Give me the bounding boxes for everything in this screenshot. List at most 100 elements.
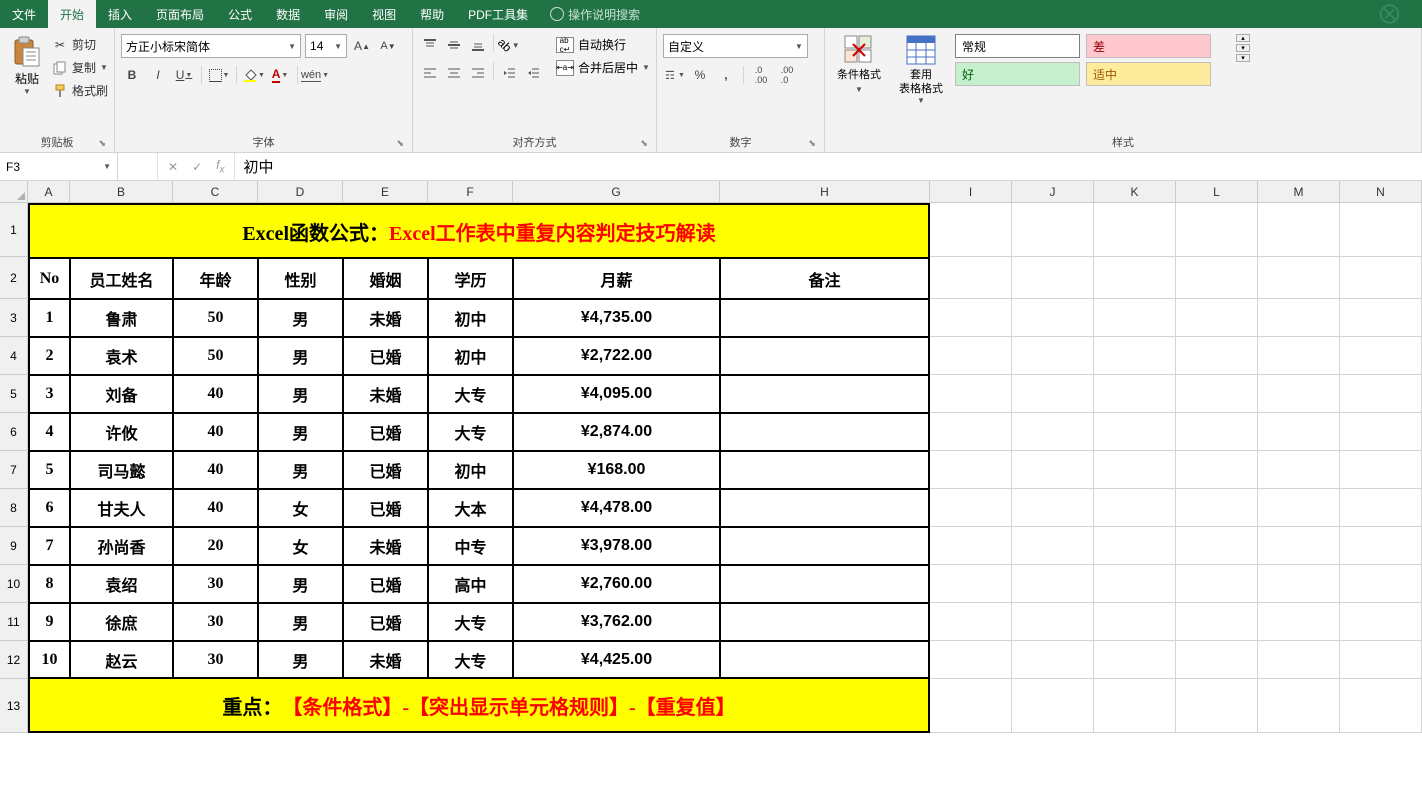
- data-cell[interactable]: 已婚: [343, 603, 428, 641]
- data-cell[interactable]: 30: [173, 565, 258, 603]
- data-cell[interactable]: 5: [28, 451, 70, 489]
- row-header-4[interactable]: 4: [0, 337, 28, 375]
- data-cell[interactable]: 30: [173, 641, 258, 679]
- data-cell[interactable]: 未婚: [343, 299, 428, 337]
- data-cell[interactable]: 40: [173, 413, 258, 451]
- col-header-J[interactable]: J: [1012, 181, 1094, 203]
- menu-tab-帮助[interactable]: 帮助: [408, 0, 456, 28]
- data-cell[interactable]: 2: [28, 337, 70, 375]
- header-员工姓名[interactable]: 员工姓名: [70, 257, 173, 299]
- col-header-E[interactable]: E: [343, 181, 428, 203]
- border-button[interactable]: ▼: [208, 64, 230, 86]
- menu-tab-公式[interactable]: 公式: [216, 0, 264, 28]
- data-cell[interactable]: 未婚: [343, 375, 428, 413]
- data-cell[interactable]: [720, 489, 930, 527]
- menu-tab-开始[interactable]: 开始: [48, 0, 96, 28]
- data-cell[interactable]: ¥3,978.00: [513, 527, 720, 565]
- header-No[interactable]: No: [28, 257, 70, 299]
- data-cell[interactable]: 男: [258, 603, 343, 641]
- format-as-table-button[interactable]: 套用 表格格式 ▼: [893, 32, 949, 105]
- data-cell[interactable]: 已婚: [343, 337, 428, 375]
- row-header-8[interactable]: 8: [0, 489, 28, 527]
- comma-button[interactable]: ,: [715, 64, 737, 86]
- row-header-9[interactable]: 9: [0, 527, 28, 565]
- data-cell[interactable]: 6: [28, 489, 70, 527]
- italic-button[interactable]: I: [147, 64, 169, 86]
- data-cell[interactable]: 初中: [428, 299, 513, 337]
- data-cell[interactable]: 40: [173, 489, 258, 527]
- data-cell[interactable]: 大专: [428, 375, 513, 413]
- data-cell[interactable]: ¥4,095.00: [513, 375, 720, 413]
- menu-tab-视图[interactable]: 视图: [360, 0, 408, 28]
- cell-style-normal[interactable]: 常规: [955, 34, 1080, 58]
- data-cell[interactable]: 男: [258, 299, 343, 337]
- dialog-launcher-icon[interactable]: ⬊: [98, 138, 106, 149]
- row-header-10[interactable]: 10: [0, 565, 28, 603]
- paste-button[interactable]: 粘贴 ▼: [6, 30, 48, 131]
- select-all-corner[interactable]: [0, 181, 28, 203]
- spreadsheet-grid[interactable]: ABCDEFGHIJKLMN 12345678910111213 Excel函数…: [0, 181, 1422, 733]
- data-cell[interactable]: 高中: [428, 565, 513, 603]
- col-header-F[interactable]: F: [428, 181, 513, 203]
- data-cell[interactable]: 1: [28, 299, 70, 337]
- header-年龄[interactable]: 年龄: [173, 257, 258, 299]
- fx-icon[interactable]: fx: [216, 158, 224, 175]
- data-cell[interactable]: 30: [173, 603, 258, 641]
- cell-style-neutral[interactable]: 适中: [1086, 62, 1211, 86]
- data-cell[interactable]: 已婚: [343, 413, 428, 451]
- data-cell[interactable]: 大专: [428, 641, 513, 679]
- decrease-font-button[interactable]: A▼: [377, 35, 399, 57]
- cell-style-good[interactable]: 好: [955, 62, 1080, 86]
- data-cell[interactable]: 40: [173, 451, 258, 489]
- data-cell[interactable]: 女: [258, 489, 343, 527]
- data-cell[interactable]: 50: [173, 299, 258, 337]
- data-cell[interactable]: 已婚: [343, 565, 428, 603]
- data-cell[interactable]: 3: [28, 375, 70, 413]
- col-header-K[interactable]: K: [1094, 181, 1176, 203]
- row-header-11[interactable]: 11: [0, 603, 28, 641]
- tell-me-search[interactable]: 操作说明搜索: [550, 0, 640, 28]
- data-cell[interactable]: ¥2,722.00: [513, 337, 720, 375]
- col-header-D[interactable]: D: [258, 181, 343, 203]
- align-left-button[interactable]: [419, 62, 441, 84]
- data-cell[interactable]: [720, 299, 930, 337]
- menu-tab-插入[interactable]: 插入: [96, 0, 144, 28]
- increase-decimal-button[interactable]: .0.00: [750, 64, 772, 86]
- fill-color-button[interactable]: ▼: [243, 64, 265, 86]
- data-cell[interactable]: ¥2,874.00: [513, 413, 720, 451]
- format-painter-button[interactable]: 格式刷: [52, 82, 108, 99]
- col-header-B[interactable]: B: [70, 181, 173, 203]
- row-header-2[interactable]: 2: [0, 257, 28, 299]
- data-cell[interactable]: 9: [28, 603, 70, 641]
- font-name-select[interactable]: 方正小标宋简体▼: [121, 34, 301, 58]
- decrease-decimal-button[interactable]: .00.0: [776, 64, 798, 86]
- align-right-button[interactable]: [467, 62, 489, 84]
- row-header-5[interactable]: 5: [0, 375, 28, 413]
- dialog-launcher-icon[interactable]: ⬊: [808, 138, 816, 149]
- dialog-launcher-icon[interactable]: ⬊: [396, 138, 404, 149]
- data-cell[interactable]: ¥3,762.00: [513, 603, 720, 641]
- menu-tab-审阅[interactable]: 审阅: [312, 0, 360, 28]
- data-cell[interactable]: 已婚: [343, 451, 428, 489]
- data-cell[interactable]: 40: [173, 375, 258, 413]
- data-cell[interactable]: 已婚: [343, 489, 428, 527]
- percent-button[interactable]: %: [689, 64, 711, 86]
- data-cell[interactable]: 大本: [428, 489, 513, 527]
- menu-tab-PDF工具集[interactable]: PDF工具集: [456, 0, 540, 28]
- name-box[interactable]: F3▼: [0, 153, 118, 180]
- header-学历[interactable]: 学历: [428, 257, 513, 299]
- row-header-3[interactable]: 3: [0, 299, 28, 337]
- menu-tab-页面布局[interactable]: 页面布局: [144, 0, 216, 28]
- menu-tab-文件[interactable]: 文件: [0, 0, 48, 28]
- data-cell[interactable]: 袁术: [70, 337, 173, 375]
- col-header-C[interactable]: C: [173, 181, 258, 203]
- enter-icon[interactable]: ✓: [192, 160, 202, 174]
- row-header-1[interactable]: 1: [0, 203, 28, 257]
- copy-button[interactable]: 复制▼: [52, 59, 108, 76]
- data-cell[interactable]: [720, 565, 930, 603]
- data-cell[interactable]: 许攸: [70, 413, 173, 451]
- cell-styles-more[interactable]: ▴▾▾: [1236, 32, 1254, 62]
- font-size-select[interactable]: 14▼: [305, 34, 347, 58]
- data-cell[interactable]: 甘夫人: [70, 489, 173, 527]
- row-header-7[interactable]: 7: [0, 451, 28, 489]
